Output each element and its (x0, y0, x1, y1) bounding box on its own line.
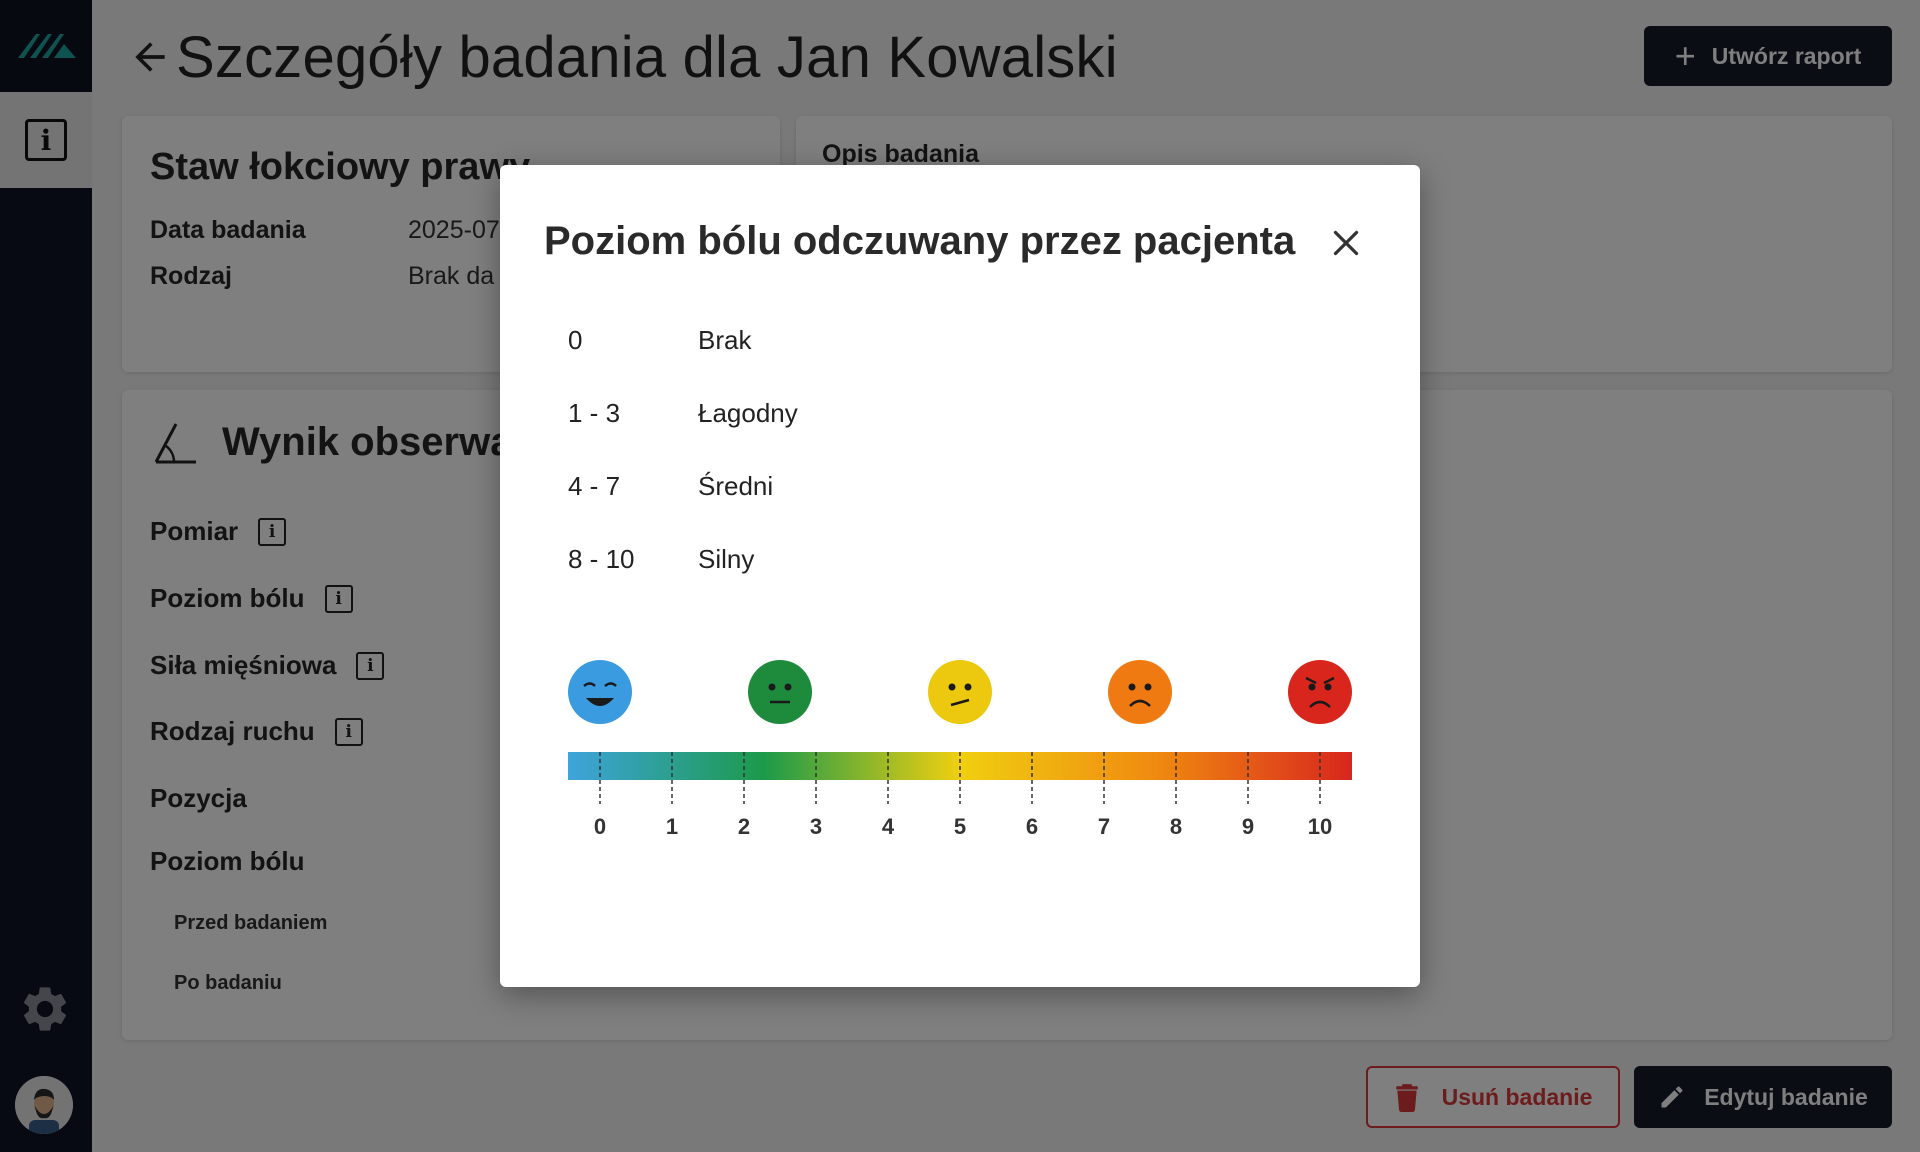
tick-label: 0 (594, 814, 606, 839)
pain-level-modal: Poziom bólu odczuwany przez pacjenta 0 B… (500, 165, 1420, 987)
tick-label: 2 (738, 814, 750, 839)
face-unsure-icon (928, 660, 992, 724)
tick-label: 6 (1026, 814, 1038, 839)
face-neutral-icon (748, 660, 812, 724)
tick-label: 3 (810, 814, 822, 839)
tick-label: 4 (882, 814, 895, 839)
pain-scale-graphic: 0 1 2 3 4 5 6 7 8 9 10 (568, 660, 1352, 839)
tick-label: 8 (1170, 814, 1182, 839)
tick-label: 5 (954, 814, 966, 839)
face-very-happy-icon (568, 660, 632, 724)
face-angry-icon (1288, 660, 1352, 724)
tick-label: 10 (1308, 814, 1332, 839)
face-sad-icon (1108, 660, 1172, 724)
tick-label: 9 (1242, 814, 1254, 839)
tick-label: 7 (1098, 814, 1110, 839)
tick-label: 1 (666, 814, 678, 839)
